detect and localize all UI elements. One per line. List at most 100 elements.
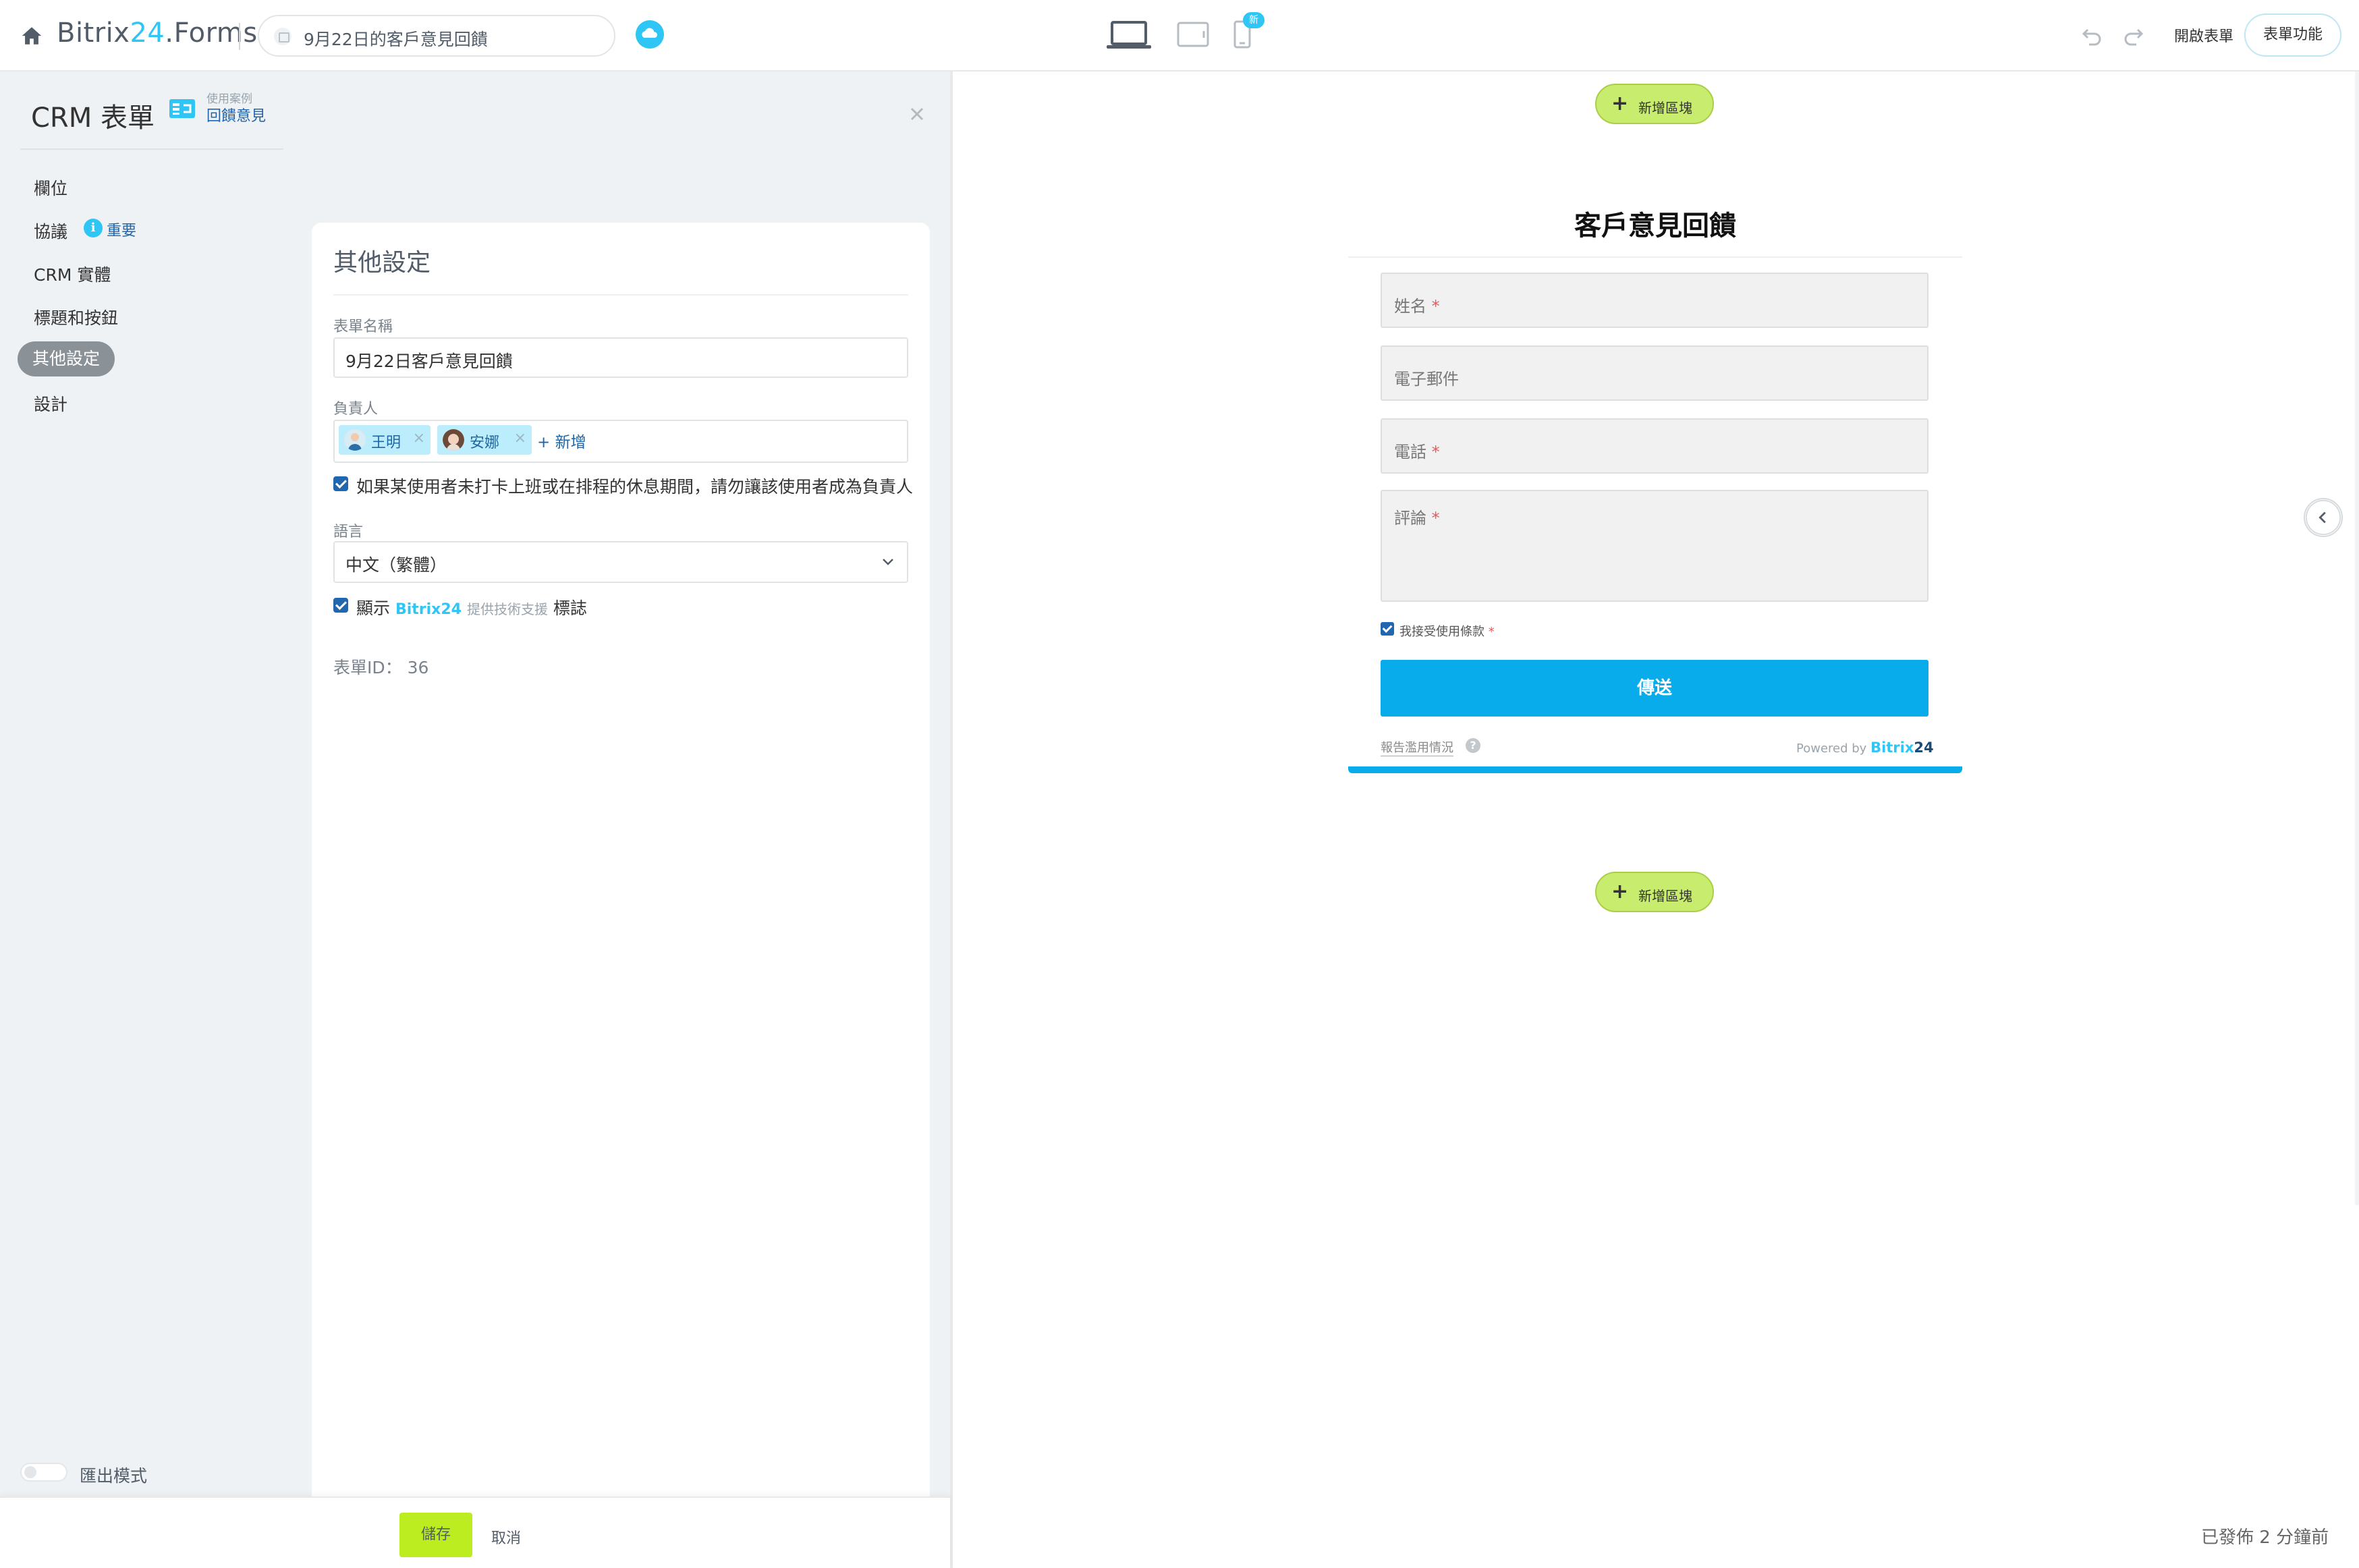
support-word: 提供技術支援 <box>466 601 548 617</box>
avatar <box>443 429 464 451</box>
tablet-icon[interactable] <box>1177 22 1209 47</box>
plus-icon: + <box>1611 92 1629 115</box>
form-title-divider <box>1348 256 1962 258</box>
responsible-chip[interactable]: 安娜 × <box>437 425 532 455</box>
add-responsible-link[interactable]: + 新增 <box>537 429 586 452</box>
nav-item-agreements[interactable]: 協議 <box>34 219 67 243</box>
show-logo-checkbox[interactable] <box>333 598 348 613</box>
usecase-link[interactable]: 回饋意見 <box>206 104 266 125</box>
form-name-field[interactable]: 9月22日客戶意見回饋 <box>333 337 908 378</box>
cloud-icon[interactable] <box>636 20 664 49</box>
add-block-button[interactable]: + 新增區塊 <box>1595 84 1714 124</box>
phone-placeholder: 電話 * <box>1394 439 1440 462</box>
responsible-field[interactable]: 王明 × 安娜 × + 新增 <box>333 420 908 463</box>
plus-icon: + <box>537 434 555 451</box>
placeholder-text: 電話 <box>1394 443 1426 461</box>
form-bottom-accent <box>1348 766 1962 773</box>
required-mark: * <box>1431 509 1440 528</box>
export-mode-toggle[interactable] <box>20 1463 67 1482</box>
nav-item-other-settings[interactable]: 其他設定 <box>18 341 115 376</box>
absence-checkbox[interactable] <box>333 476 348 491</box>
absence-checkbox-label: 如果某使用者未打卡上班或在排程的休息期間，請勿讓該使用者成為負責人 <box>356 477 914 497</box>
close-icon[interactable] <box>908 105 926 123</box>
add-block-button[interactable]: + 新增區塊 <box>1595 872 1714 912</box>
app-logo[interactable]: Bitrix24.Forms <box>57 18 258 49</box>
required-mark: * <box>1431 443 1440 461</box>
bitrix24-word: Bitrix24 <box>395 601 462 618</box>
chevron-left-icon[interactable] <box>2304 498 2343 537</box>
powered-by[interactable]: Powered by Bitrix24 <box>1796 739 1934 756</box>
show-logo-suffix: 標誌 <box>553 598 587 618</box>
form-title-text: 9月22日的客戶意見回饋 <box>304 30 488 49</box>
help-icon[interactable]: ? <box>1466 738 1480 753</box>
responsible-name: 王明 <box>371 435 401 451</box>
placeholder-text: 評論 <box>1394 509 1426 528</box>
comment-field[interactable]: 評論 * <box>1381 490 1928 602</box>
new-badge: 新 <box>1243 12 1265 28</box>
powered-by-text: Powered by <box>1796 741 1867 756</box>
form-icon <box>274 28 292 45</box>
remove-icon[interactable]: × <box>413 430 425 447</box>
right-edge-strip <box>2355 72 2359 1205</box>
export-mode-label: 匯出模式 <box>80 1466 148 1486</box>
nav-item-crm-entities[interactable]: CRM 實體 <box>34 262 111 286</box>
form-functions-button[interactable]: 表單功能 <box>2244 13 2341 57</box>
terms-label[interactable]: 我接受使用條款 * <box>1399 622 1495 640</box>
form-id-label: 表單ID： <box>333 658 402 677</box>
top-bar: Bitrix24.Forms 9月22日的客戶意見回饋 新 開啟表單 表單功能 <box>0 0 2359 72</box>
terms-text: 我接受使用條款 <box>1399 625 1484 639</box>
undo-icon[interactable] <box>2080 23 2104 47</box>
settings-panel: CRM 表單 使用案例 回饋意見 欄位 協議 i 重要 CRM 實體 標題和按鈕… <box>0 72 950 1567</box>
card-title: 其他設定 <box>333 249 431 277</box>
language-value: 中文（繁體） <box>345 555 447 575</box>
name-field[interactable]: 姓名 * <box>1381 273 1928 328</box>
language-select[interactable]: 中文（繁體） <box>333 541 908 583</box>
powered-brand: Bitrix <box>1870 739 1914 756</box>
show-logo-prefix: 顯示 <box>356 598 391 618</box>
report-abuse-link[interactable]: 報告濫用情況 <box>1381 738 1453 756</box>
add-block-label: 新增區塊 <box>1638 888 1692 904</box>
published-status: 已發佈 2 分鐘前 <box>2201 1528 2329 1548</box>
card-divider <box>333 294 908 296</box>
form-preview-title: 客戶意見回饋 <box>1574 211 1736 242</box>
other-settings-card: 其他設定 表單名稱 9月22日客戶意見回饋 負責人 王明 × 安娜 × + 新增… <box>312 223 930 1567</box>
placeholder-text: 電子郵件 <box>1394 370 1459 389</box>
action-bar: 儲存 取消 <box>0 1496 950 1568</box>
save-button[interactable]: 儲存 <box>399 1513 472 1557</box>
phone-field[interactable]: 電話 * <box>1381 418 1928 474</box>
open-form-link[interactable]: 開啟表單 <box>2174 24 2233 46</box>
email-field[interactable]: 電子郵件 <box>1381 345 1928 401</box>
comment-placeholder: 評論 * <box>1394 505 1440 528</box>
responsible-name: 安娜 <box>470 435 500 451</box>
home-icon[interactable] <box>20 24 43 47</box>
form-title-field[interactable]: 9月22日的客戶意見回饋 <box>258 15 615 57</box>
responsible-chip[interactable]: 王明 × <box>339 425 431 455</box>
responsible-label: 負責人 <box>333 401 379 418</box>
name-placeholder: 姓名 * <box>1394 293 1440 316</box>
show-logo-label: 顯示 Bitrix24 提供技術支援 標誌 <box>356 595 587 619</box>
laptop-icon[interactable] <box>1107 20 1151 50</box>
logo-text: Bitrix <box>57 18 130 49</box>
logo-divider <box>239 23 240 50</box>
required-mark: * <box>1431 297 1440 316</box>
remove-icon[interactable]: × <box>514 430 526 447</box>
nav-item-titles-buttons[interactable]: 標題和按鈕 <box>34 305 118 329</box>
nav-divider <box>20 148 283 150</box>
avatar <box>344 429 366 451</box>
terms-checkbox[interactable] <box>1381 622 1394 636</box>
plus-icon: + <box>1611 880 1629 903</box>
redo-icon[interactable] <box>2121 23 2146 47</box>
send-button[interactable]: 傳送 <box>1381 660 1928 717</box>
logo-suffix: .Forms <box>165 18 258 49</box>
form-name-value: 9月22日客戶意見回饋 <box>345 352 513 371</box>
usecase-icon <box>169 99 195 118</box>
panel-divider <box>950 72 953 1568</box>
logo-24: 24 <box>130 18 165 49</box>
form-name-label: 表單名稱 <box>333 318 393 335</box>
cancel-button[interactable]: 取消 <box>491 1526 521 1548</box>
nav-item-fields[interactable]: 欄位 <box>34 175 67 200</box>
nav-item-design[interactable]: 設計 <box>34 391 67 416</box>
required-mark: * <box>1488 625 1495 639</box>
email-placeholder: 電子郵件 <box>1394 366 1459 389</box>
bitrix24-logo: Bitrix24 <box>1870 739 1934 756</box>
